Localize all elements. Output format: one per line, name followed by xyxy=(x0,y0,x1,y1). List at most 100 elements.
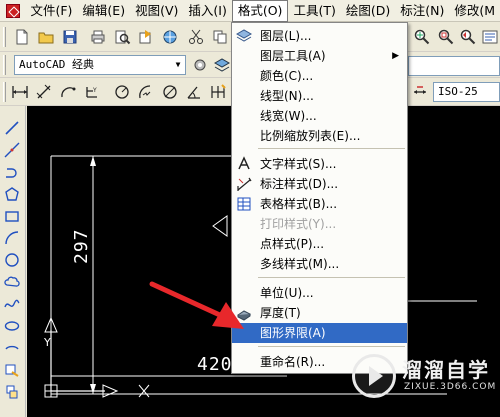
properties-icon[interactable] xyxy=(480,27,500,47)
workspace-settings-icon[interactable] xyxy=(190,55,210,75)
submenu-arrow-icon: ▶ xyxy=(392,51,399,61)
menu-item-label: 厚度(T) xyxy=(260,306,301,320)
dim-style-icon xyxy=(237,177,252,191)
publish-icon[interactable] xyxy=(136,27,156,47)
circle-icon[interactable] xyxy=(2,250,22,270)
line-icon[interactable] xyxy=(2,118,22,138)
menu-edit[interactable]: 编辑(E) xyxy=(77,1,130,21)
draw-toolbar xyxy=(0,106,26,417)
menu-bar: 文件(F) 编辑(E) 视图(V) 插入(I) 格式(O) 工具(T) 绘图(D… xyxy=(0,0,500,22)
make-block-icon[interactable] xyxy=(2,382,22,402)
zoom-window-icon[interactable] xyxy=(436,27,456,47)
layer-state-icon[interactable] xyxy=(212,55,232,75)
angular-dimension-icon[interactable] xyxy=(184,82,204,102)
menu-item-scale-list[interactable]: 比例缩放列表(E)... xyxy=(232,126,407,146)
menu-draw[interactable]: 绘图(D) xyxy=(341,1,395,21)
chevron-down-icon[interactable]: ▼ xyxy=(171,56,185,74)
menu-item-text-style[interactable]: 文字样式(S)... xyxy=(232,154,407,174)
watermark-title: 溜溜自学 xyxy=(402,358,490,382)
svg-text:Y: Y xyxy=(43,336,51,349)
quick-dimension-icon[interactable] xyxy=(208,82,228,102)
table-style-icon xyxy=(237,197,251,211)
workspace-select-value: AutoCAD 经典 xyxy=(19,58,94,71)
rectangle-icon[interactable] xyxy=(2,206,22,226)
menu-item-color[interactable]: 颜色(C)... xyxy=(232,66,407,86)
zoom-realtime-icon[interactable] xyxy=(412,27,432,47)
menu-item-label: 单位(U)... xyxy=(260,286,314,300)
menu-item-linetype[interactable]: 线型(N)... xyxy=(232,86,407,106)
ordinate-dimension-icon[interactable]: Y xyxy=(82,82,102,102)
workspace-select[interactable]: AutoCAD 经典 ▼ xyxy=(14,55,186,75)
menu-item-label: 多线样式(M)... xyxy=(260,257,340,271)
svg-text:Y: Y xyxy=(92,87,97,94)
spline-icon[interactable] xyxy=(2,294,22,314)
dimension-horizontal-text: 420 xyxy=(197,354,233,375)
menu-item-table-style[interactable]: 表格样式(B)... xyxy=(232,194,407,214)
etransmit-icon[interactable] xyxy=(160,27,180,47)
menu-item-drawing-limits[interactable]: 图形界限(A) xyxy=(232,323,407,343)
menu-file[interactable]: 文件(F) xyxy=(25,1,77,21)
radius-dimension-icon[interactable] xyxy=(112,82,132,102)
menu-separator xyxy=(258,346,405,347)
aligned-dimension-icon[interactable] xyxy=(34,82,54,102)
menu-item-label: 图层工具(A) xyxy=(260,49,326,63)
menu-item-label: 点样式(P)... xyxy=(260,237,325,251)
watermark-url: ZIXUE.3D66.COM xyxy=(404,382,497,392)
menu-item-units[interactable]: 单位(U)... xyxy=(232,283,407,303)
menu-item-layer[interactable]: 图层(L)... xyxy=(232,26,407,46)
menu-item-label: 表格样式(B)... xyxy=(260,197,338,211)
menu-item-multiline-style[interactable]: 多线样式(M)... xyxy=(232,254,407,274)
menu-insert[interactable]: 插入(I) xyxy=(183,1,231,21)
linear-dimension-icon[interactable] xyxy=(10,82,30,102)
play-logo-icon xyxy=(352,354,396,398)
ellipse-icon[interactable] xyxy=(2,316,22,336)
format-menu: 图层(L)... 图层工具(A) ▶ 颜色(C)... 线型(N)... 线宽(… xyxy=(231,22,408,374)
new-file-icon[interactable] xyxy=(12,27,32,47)
cut-icon[interactable] xyxy=(186,27,206,47)
print-preview-icon[interactable] xyxy=(112,27,132,47)
arc-icon[interactable] xyxy=(2,228,22,248)
menu-view[interactable]: 视图(V) xyxy=(130,1,183,21)
menu-item-label: 重命名(R)... xyxy=(260,355,326,369)
revision-cloud-icon[interactable] xyxy=(2,272,22,292)
menu-item-label: 线型(N)... xyxy=(260,89,314,103)
menu-item-label: 图形界限(A) xyxy=(260,326,326,340)
polygon-icon[interactable] xyxy=(2,184,22,204)
toolbar-grip[interactable] xyxy=(3,27,6,47)
menu-item-lineweight[interactable]: 线宽(W)... xyxy=(232,106,407,126)
arc-length-icon[interactable] xyxy=(58,82,78,102)
menu-item-label: 打印样式(Y)... xyxy=(260,217,337,231)
zoom-previous-icon[interactable] xyxy=(458,27,478,47)
save-icon[interactable] xyxy=(60,27,80,47)
dimension-vertical-text: 297 xyxy=(71,228,92,264)
dimstyle-select[interactable]: ISO-25 xyxy=(433,82,500,102)
open-folder-icon[interactable] xyxy=(36,27,56,47)
toolbar-grip[interactable] xyxy=(3,55,6,75)
menu-item-label: 图层(L)... xyxy=(260,29,312,43)
diameter-dimension-icon[interactable] xyxy=(160,82,180,102)
text-style-icon xyxy=(238,156,250,170)
polyline-icon[interactable] xyxy=(2,162,22,182)
menu-format[interactable]: 格式(O) xyxy=(231,0,289,22)
autocad-app-icon[interactable] xyxy=(4,1,22,21)
toolbar-grip[interactable] xyxy=(3,82,6,102)
layer-combo-partial[interactable] xyxy=(408,56,500,76)
print-icon[interactable] xyxy=(88,27,108,47)
menu-item-dim-style[interactable]: 标注样式(D)... xyxy=(232,174,407,194)
jogged-dimension-icon[interactable] xyxy=(136,82,156,102)
menu-tools[interactable]: 工具(T) xyxy=(288,1,340,21)
ellipse-arc-icon[interactable] xyxy=(2,338,22,358)
menu-item-thickness[interactable]: 厚度(T) xyxy=(232,303,407,323)
watermark-logo: 溜溜自学 ZIXUE.3D66.COM xyxy=(352,348,500,404)
dimstyle-select-value: ISO-25 xyxy=(438,85,478,98)
dimension-update-icon[interactable] xyxy=(410,82,430,102)
menu-item-point-style[interactable]: 点样式(P)... xyxy=(232,234,407,254)
construction-line-icon[interactable] xyxy=(2,140,22,160)
menu-separator xyxy=(258,148,405,149)
insert-block-icon[interactable] xyxy=(2,360,22,380)
menu-item-layer-tools[interactable]: 图层工具(A) ▶ xyxy=(232,46,407,66)
menu-modify[interactable]: 修改(M xyxy=(449,1,500,21)
menu-dimension[interactable]: 标注(N) xyxy=(395,1,449,21)
copy-icon[interactable] xyxy=(210,27,230,47)
menu-item-label: 颜色(C)... xyxy=(260,69,314,83)
